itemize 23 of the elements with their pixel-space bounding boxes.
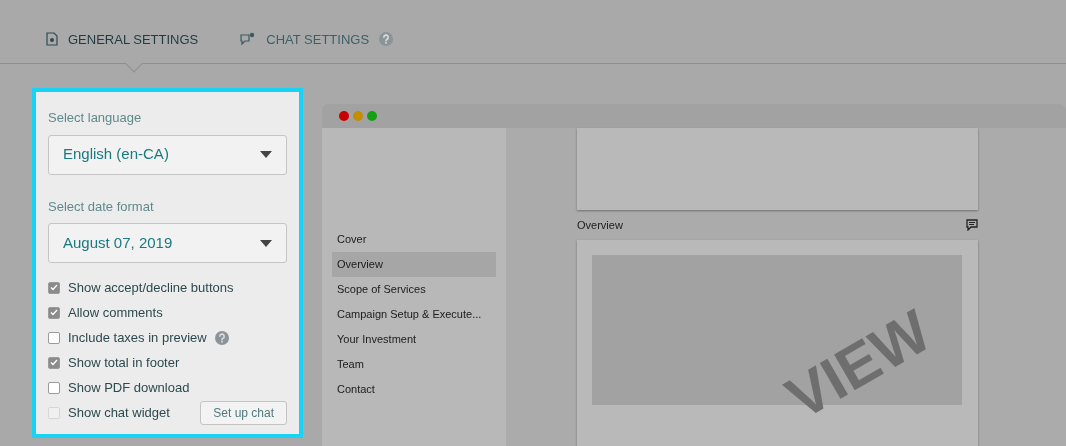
- checkbox[interactable]: [48, 381, 60, 394]
- caret-icon: [260, 239, 272, 247]
- document-gear-icon: [46, 32, 58, 47]
- chat-gear-icon: [240, 32, 257, 47]
- comment-icon[interactable]: [966, 219, 978, 231]
- section-title: Overview: [577, 217, 623, 233]
- date-format-dropdown[interactable]: August 07, 2019: [48, 223, 287, 263]
- option-label: Show PDF download: [68, 378, 190, 397]
- option-label: Include taxes in preview: [68, 328, 207, 347]
- checkbox[interactable]: [48, 331, 60, 344]
- option-label: Show total in footer: [68, 353, 180, 372]
- checkbox[interactable]: [48, 306, 60, 319]
- field-label: Select date format: [48, 197, 155, 216]
- option-label: Show chat widget: [68, 403, 170, 422]
- nav-item[interactable]: Overview: [332, 252, 496, 277]
- field-label: Select language: [48, 109, 143, 127]
- checkbox[interactable]: [48, 356, 60, 369]
- option-label: Allow comments: [68, 303, 163, 322]
- caret-icon: [260, 151, 272, 158]
- language-dropdown[interactable]: English (en-CA): [48, 134, 287, 175]
- checkbox[interactable]: [48, 281, 60, 294]
- settings-tab[interactable]: GENERAL SETTINGS: [46, 29, 199, 49]
- option-label: Show accept/decline buttons: [68, 278, 234, 297]
